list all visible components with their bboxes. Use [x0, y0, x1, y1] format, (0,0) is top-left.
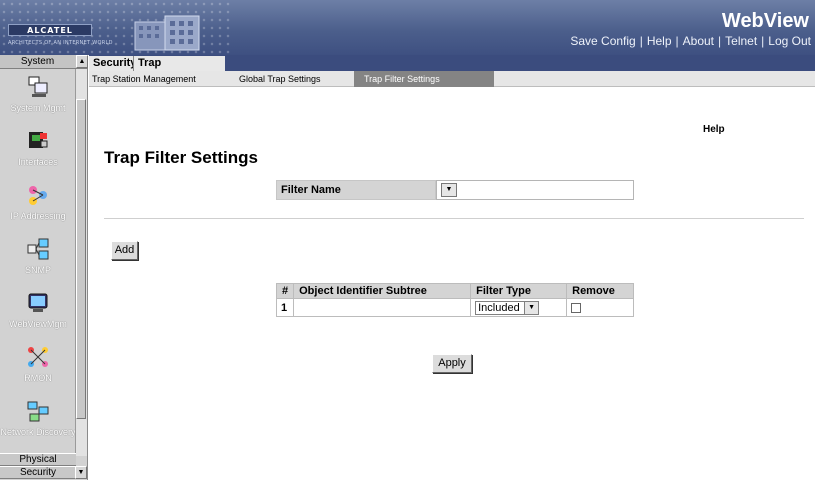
alcatel-logo: ALCATEL	[8, 24, 92, 36]
log-out-link[interactable]: Log Out	[768, 34, 811, 48]
sidebar-item-rmon[interactable]: RMON	[0, 339, 76, 393]
subtab-trap-station-management[interactable]: Trap Station Management	[92, 71, 196, 87]
app-header: ALCATEL ARCHITECTS OF AN INTERNET WORLD …	[0, 0, 815, 55]
sidebar-item-network-discovery[interactable]: Network Discovery	[0, 393, 76, 453]
main-tab-bar: Security Trap Management	[89, 55, 815, 84]
sidebar-item-ip-addressing[interactable]: IP Addressing	[0, 177, 76, 231]
interfaces-icon	[29, 132, 48, 148]
telnet-link[interactable]: Telnet	[725, 34, 757, 48]
table-header-row: # Object Identifier Subtree Filter Type …	[275, 283, 635, 299]
section-divider	[104, 218, 804, 219]
tab-security[interactable]: Security	[89, 56, 136, 71]
help-link[interactable]: Help	[703, 124, 725, 135]
snmp-icon	[27, 238, 49, 260]
oid-filter-table: # Object Identifier Subtree Filter Type …	[275, 283, 635, 317]
sidebar: System ▲ System Mgmt Interfaces IP Addre…	[0, 55, 88, 480]
webview-mgmt-icon	[28, 293, 48, 312]
sidebar-item-security[interactable]: Security	[0, 466, 76, 479]
col-header-number: #	[275, 283, 295, 299]
sub-tab-bar: Trap Station Management Global Trap Sett…	[89, 71, 815, 87]
chevron-down-icon: ▼	[524, 301, 539, 314]
scroll-down-icon[interactable]: ▼	[75, 466, 87, 479]
building-illustration	[134, 15, 200, 51]
top-nav-links: Save Config | Help | About | Telnet | Lo…	[570, 34, 811, 48]
subtab-global-trap-settings[interactable]: Global Trap Settings	[239, 71, 321, 87]
help-top-link[interactable]: Help	[647, 34, 672, 48]
app-title: WebView	[721, 10, 809, 32]
sidebar-item-physical[interactable]: Physical	[0, 453, 76, 466]
save-config-link[interactable]: Save Config	[570, 34, 635, 48]
page-title: Trap Filter Settings	[104, 148, 258, 167]
table-row: 1 Included ▼	[275, 298, 635, 317]
oid-subtree-field[interactable]	[293, 298, 472, 317]
chevron-down-icon: ▼	[445, 186, 453, 193]
remove-checkbox[interactable]	[571, 302, 582, 313]
filter-type-select[interactable]: Included ▼	[475, 300, 540, 315]
sidebar-item-system-mgmt[interactable]: System Mgmt	[0, 69, 76, 123]
sidebar-header[interactable]: System ▲	[0, 55, 88, 69]
sidebar-item-webview-mgmt[interactable]: WebViewMgm	[0, 285, 76, 339]
col-header-filter-type: Filter Type	[470, 283, 568, 299]
filter-name-dropdown[interactable]: ▼	[441, 183, 457, 197]
filter-name-field[interactable]	[436, 180, 634, 200]
ip-addressing-icon	[29, 186, 47, 205]
sidebar-scrollbar[interactable]	[75, 69, 87, 456]
scroll-up-icon[interactable]: ▲	[76, 55, 88, 68]
col-header-oid-subtree: Object Identifier Subtree	[293, 283, 472, 299]
filter-name-row: Filter Name ▼	[276, 180, 634, 200]
sidebar-scroll-thumb[interactable]	[76, 99, 86, 419]
sidebar-items: System Mgmt Interfaces IP Addressing SNM…	[0, 69, 76, 453]
apply-button[interactable]: Apply	[432, 354, 472, 373]
sidebar-item-interfaces[interactable]: Interfaces	[0, 123, 76, 177]
col-header-remove: Remove	[566, 283, 635, 299]
system-mgmt-icon	[28, 76, 48, 97]
network-discovery-icon	[27, 401, 49, 422]
row-number: 1	[275, 298, 295, 317]
logo-tagline: ARCHITECTS OF AN INTERNET WORLD	[8, 40, 113, 46]
add-button[interactable]: Add	[111, 241, 138, 260]
subtab-trap-filter-settings[interactable]: Trap Filter Settings	[354, 71, 494, 87]
tab-trap-management[interactable]: Trap Management	[133, 56, 225, 84]
filter-name-label: Filter Name	[276, 180, 436, 200]
about-link[interactable]: About	[683, 34, 714, 48]
rmon-icon	[28, 347, 48, 367]
sidebar-item-snmp[interactable]: SNMP	[0, 231, 76, 285]
